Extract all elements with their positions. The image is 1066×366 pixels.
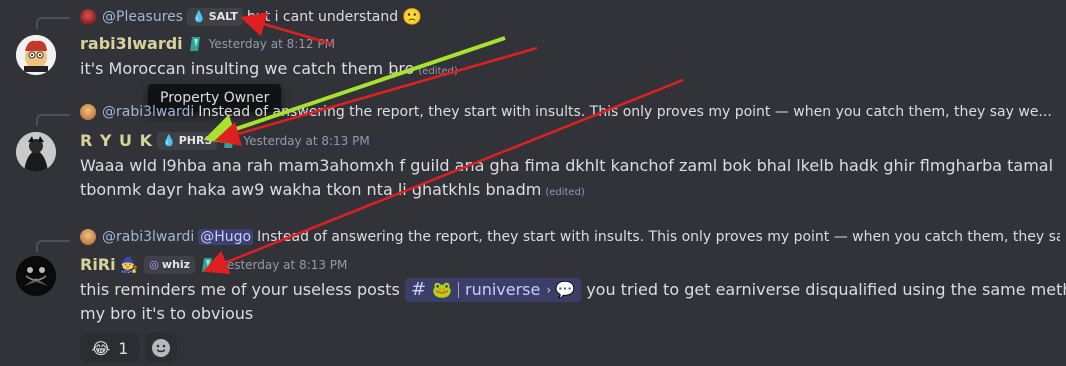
reply-preview[interactable]: @rabi3lwardi @Hugo Instead of answering …: [80, 229, 1060, 245]
frown-emoji: 🙁: [402, 7, 423, 26]
reply-text: Instead of answering the report, they st…: [257, 229, 1060, 245]
role-tag: 💧 SALT: [187, 7, 243, 26]
username[interactable]: R Y U K: [80, 131, 153, 150]
reaction-count: 1: [118, 338, 129, 358]
reply-preview[interactable]: @rabi3lwardi Instead of answering the re…: [80, 104, 1060, 120]
timestamp[interactable]: Yesterday at 8:13 PM: [221, 258, 347, 272]
message-header: rabi3lwardi Yesterday at 8:12 PM: [80, 34, 335, 53]
reply-avatar: [80, 229, 96, 245]
message-text-after-channel: you tried to get earniverse disqualified…: [586, 280, 1066, 299]
channel-name: runiverse: [464, 280, 541, 299]
username[interactable]: rabi3lwardi: [80, 34, 183, 53]
reply-spine: [36, 114, 70, 126]
reply-avatar: [80, 8, 96, 25]
reply-avatar: [80, 104, 96, 120]
role-tag[interactable]: 💧 PHRS: [157, 131, 218, 150]
frog-icon: 🐸: [432, 280, 452, 299]
username[interactable]: RiRi: [80, 255, 116, 274]
reply-username[interactable]: @rabi3lwardi: [102, 104, 194, 120]
message-header: RiRi 🧙 ◎ whiz Yesterday at 8:13 PM: [80, 255, 347, 274]
edited-label: (edited): [545, 187, 585, 198]
role-badge-icon: [189, 35, 203, 53]
drop-icon: 💧: [192, 10, 206, 23]
reply-username[interactable]: @rabi3lwardi: [102, 229, 194, 245]
add-reaction-button[interactable]: [145, 333, 177, 363]
hash-icon: #: [410, 279, 427, 300]
message-content: this reminders me of your useless posts …: [80, 278, 1066, 326]
avatar-image: [16, 256, 56, 296]
spiral-icon: ◎: [149, 258, 159, 271]
reply-text: Instead of answering the report, they st…: [198, 104, 1052, 120]
avatar-image: [16, 132, 56, 172]
edited-label: (edited): [418, 66, 458, 77]
message-content: it's Moroccan insulting we catch them br…: [80, 57, 458, 84]
message-text-line-2: my bro it's to obvious: [80, 304, 254, 323]
chat-bubble-icon: 💬: [555, 280, 576, 299]
role-tag-label: SALT: [208, 10, 238, 23]
reaction-laughing[interactable]: 😂 1: [80, 333, 140, 363]
role-badge-icon: [201, 256, 215, 274]
avatar-image: [16, 35, 56, 75]
message-header: R Y U K 💧 PHRS Yesterday at 8:13 PM: [80, 131, 370, 150]
message-content: Waaa wld l9hba ana rah mam3ahomxh f guil…: [80, 154, 1053, 205]
reply-preview[interactable]: @Pleasures 💧 SALT but i cant understand 🙁: [80, 7, 422, 26]
reply-spine: [36, 17, 70, 29]
chevron-right-icon: ›: [546, 283, 552, 297]
channel-separator: [457, 282, 459, 298]
drop-icon: 💧: [162, 134, 176, 147]
avatar[interactable]: [16, 35, 56, 75]
avatar[interactable]: [16, 256, 56, 296]
reply-username[interactable]: @Pleasures: [102, 9, 183, 25]
message-text: it's Moroccan insulting we catch them br…: [80, 59, 415, 78]
role-tag[interactable]: ◎ whiz: [144, 255, 196, 274]
role-badge-icon: [223, 132, 237, 150]
add-reaction-icon: [152, 339, 170, 357]
timestamp[interactable]: Yesterday at 8:12 PM: [209, 37, 335, 51]
timestamp[interactable]: Yesterday at 8:13 PM: [243, 134, 369, 148]
reply-text: but i cant understand: [246, 8, 399, 25]
avatar[interactable]: [16, 132, 56, 172]
mention-hugo[interactable]: @Hugo: [198, 229, 254, 245]
role-tag-label: whiz: [161, 258, 191, 271]
channel-link[interactable]: # 🐸 runiverse › 💬: [404, 278, 582, 302]
message-text-line-2: tbonmk dayr haka aw9 wakha tkon nta li g…: [80, 180, 542, 199]
message-text-line-1: Waaa wld l9hba ana rah mam3ahomxh f guil…: [80, 156, 1054, 175]
reply-spine: [36, 240, 70, 252]
role-tag-label: PHRS: [178, 134, 213, 147]
message-text-before-channel: this reminders me of your useless posts: [80, 280, 400, 299]
laughing-emoji: 😂: [91, 338, 111, 358]
mage-icon: 🧙: [119, 255, 139, 274]
